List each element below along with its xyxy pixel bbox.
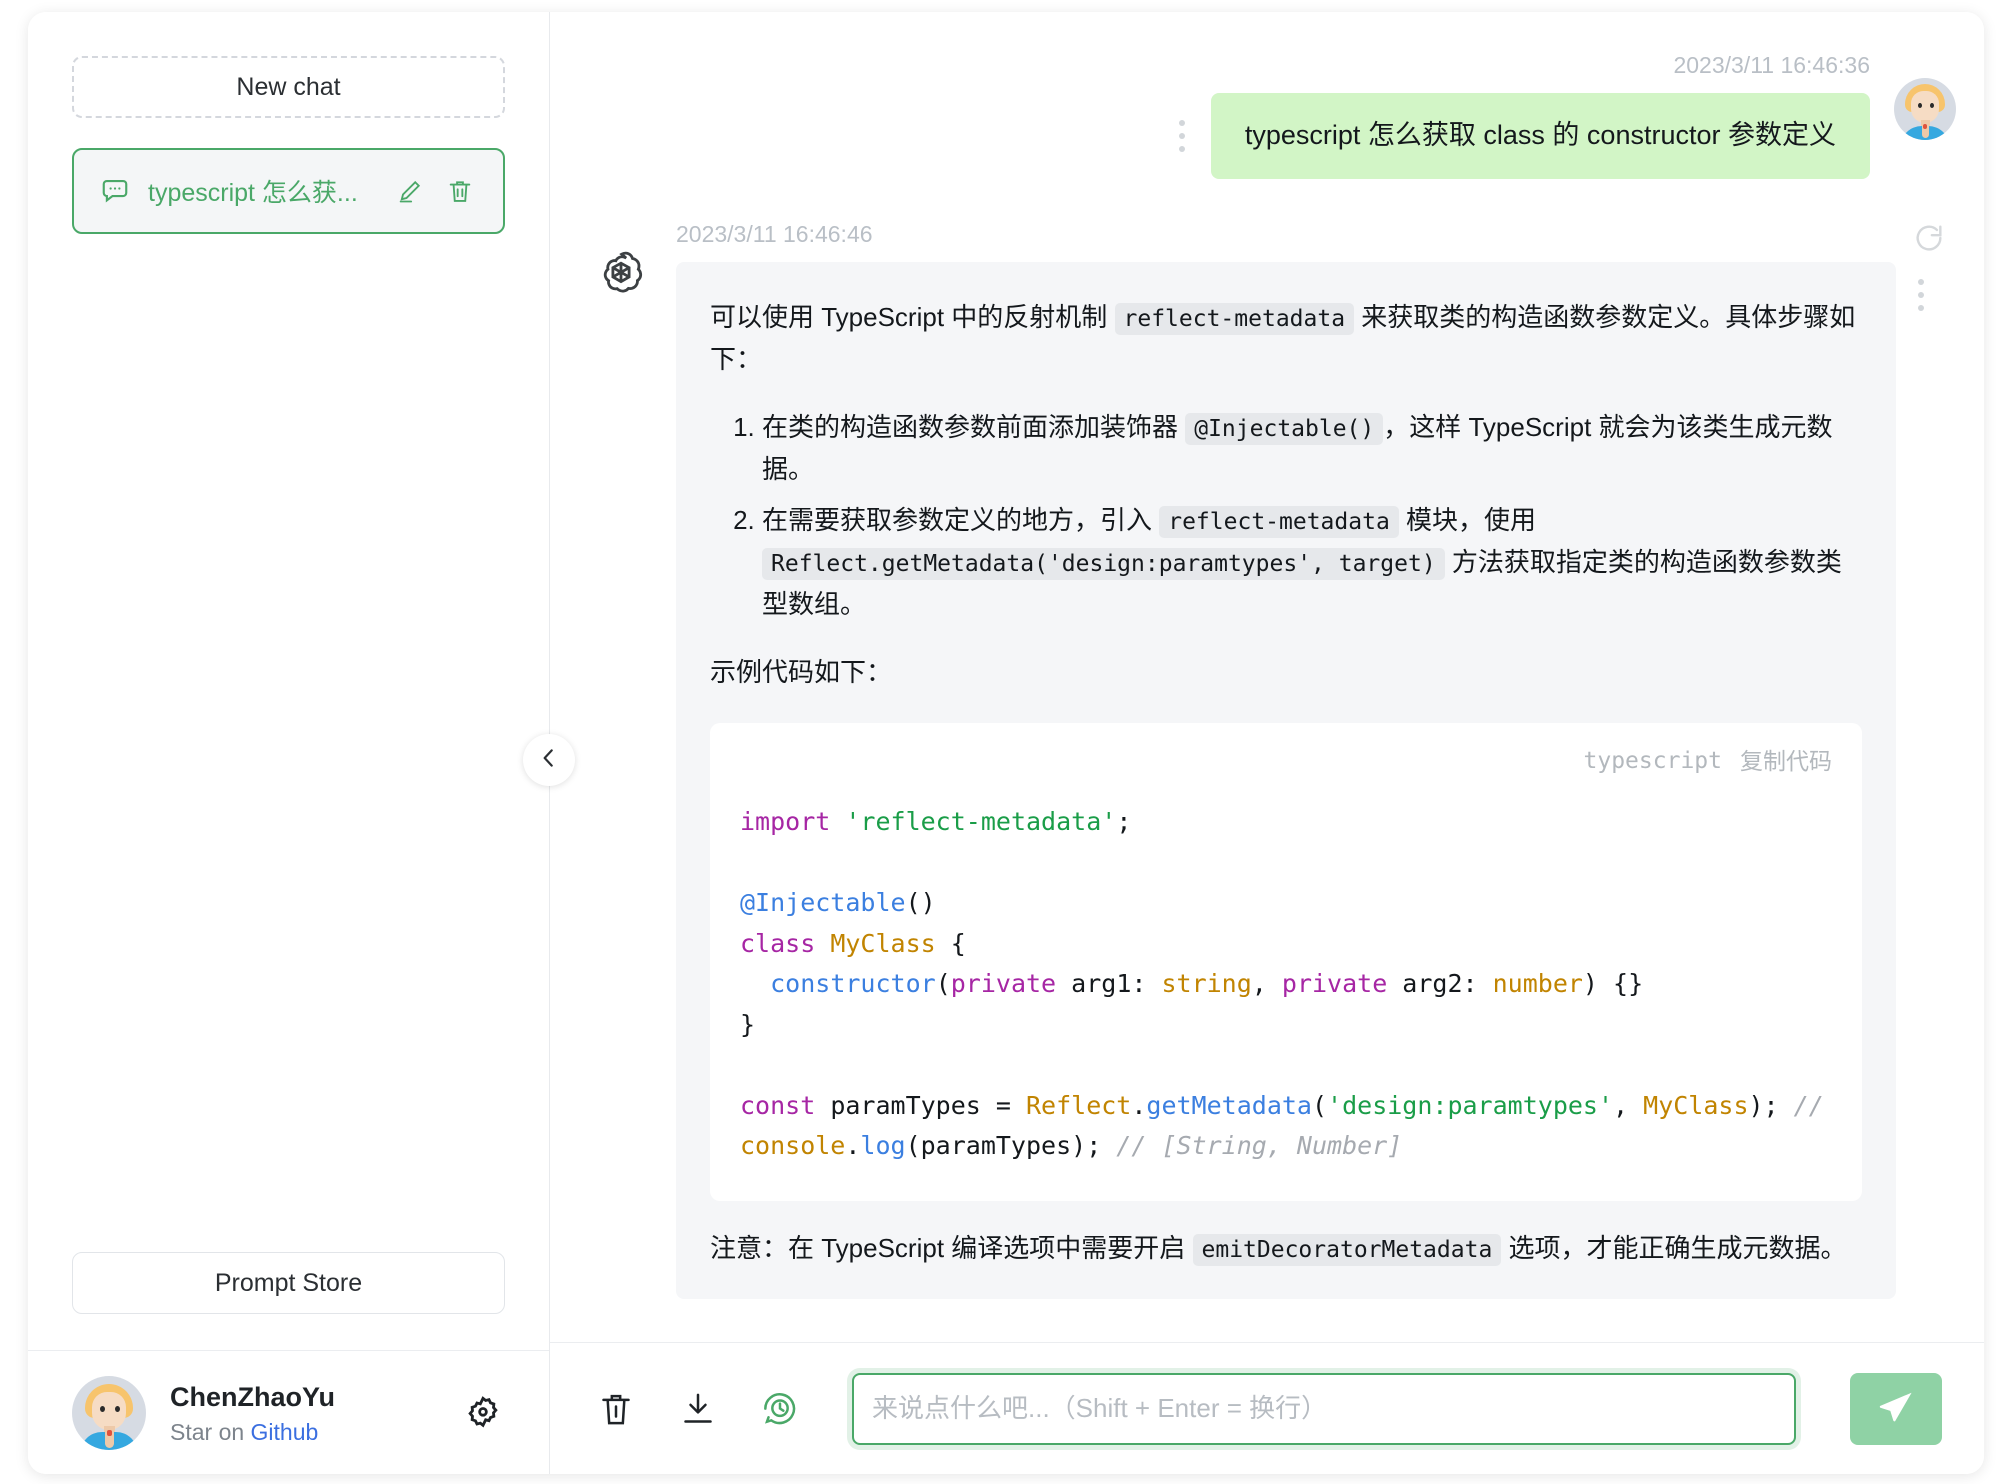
list-item: 在类的构造函数参数前面添加装饰器 @Injectable()，这样 TypeSc…	[762, 406, 1862, 490]
user-message-avatar	[1894, 78, 1956, 140]
sidebar-chat-item[interactable]: typescript 怎么获...	[72, 148, 505, 234]
code-block-header: typescript 复制代码	[740, 743, 1832, 780]
copy-code-button[interactable]: 复制代码	[1740, 743, 1832, 780]
gear-icon[interactable]	[461, 1391, 505, 1435]
bot-message-row: 2023/3/11 16:46:46 可以使用 TypeScript 中的反射机…	[590, 220, 1956, 1300]
sidebar-chat-title: typescript 怎么获...	[148, 179, 358, 207]
sidebar-bottom-section: Prompt Store	[28, 1252, 549, 1350]
step2-text-a: 在需要获取参数定义的地方，引入	[762, 504, 1160, 535]
chevron-left-icon	[536, 745, 562, 776]
code-language-label: typescript	[1583, 748, 1722, 775]
code-content: import 'reflect-metadata'; @Injectable()…	[740, 807, 1824, 1161]
inline-code-injectable: @Injectable()	[1185, 413, 1384, 446]
trash-icon[interactable]	[592, 1385, 640, 1433]
openai-logo-icon	[590, 247, 652, 301]
step2-text-b: 模块，使用	[1398, 504, 1537, 535]
bot-note-paragraph: 注意：在 TypeScript 编译选项中需要开启 emitDecoratorM…	[710, 1227, 1862, 1269]
inline-code-emitdecoratormetadata: emitDecoratorMetadata	[1192, 1233, 1502, 1266]
user-message-bubble: typescript 怎么获取 class 的 constructor 参数定义	[1210, 93, 1870, 179]
send-icon	[1874, 1385, 1918, 1432]
inline-code-getmetadata: Reflect.getMetadata('design:paramtypes',…	[762, 547, 1445, 580]
main-panel: 2023/3/11 16:46:36 typescript 怎么获取 class…	[550, 12, 1984, 1474]
user-message-menu-icon[interactable]	[1169, 119, 1195, 152]
user-name: ChenZhaoYu	[170, 1381, 336, 1412]
download-icon[interactable]	[674, 1385, 722, 1433]
pencil-icon[interactable]	[393, 174, 427, 208]
inline-code-reflect-metadata: reflect-metadata	[1114, 302, 1355, 335]
user-subtitle: Star on Github	[170, 1419, 461, 1446]
chat-bubble-icon	[100, 176, 130, 206]
composer-bar	[550, 1342, 1984, 1474]
step1-text-a: 在类的构造函数参数前面添加装饰器	[762, 412, 1186, 443]
prompt-store-label: Prompt Store	[214, 1268, 363, 1297]
sidebar-user-bar: ChenZhaoYu Star on Github	[28, 1350, 549, 1474]
user-message-timestamp: 2023/3/11 16:46:36	[1673, 52, 1870, 78]
bot-message-menu-icon[interactable]	[1908, 278, 1934, 311]
bot-intro-paragraph: 可以使用 TypeScript 中的反射机制 reflect-metadata …	[710, 296, 1862, 380]
new-chat-label: New chat	[236, 72, 341, 101]
user-message-column: 2023/3/11 16:46:36 typescript 怎么获取 class…	[1169, 52, 1870, 179]
chat-list: typescript 怎么获...	[72, 148, 505, 234]
code-block: typescript 复制代码 import 'reflect-metadata…	[710, 723, 1862, 1201]
chat-history-icon[interactable]	[756, 1385, 804, 1433]
example-label: 示例代码如下：	[710, 657, 893, 688]
avatar	[72, 1375, 146, 1450]
list-item: 在需要获取参数定义的地方，引入 reflect-metadata 模块，使用 R…	[762, 499, 1862, 626]
user-meta: ChenZhaoYu Star on Github	[170, 1379, 461, 1446]
bot-message-timestamp: 2023/3/11 16:46:46	[676, 220, 873, 247]
inline-code-reflect-metadata-2: reflect-metadata	[1159, 505, 1399, 538]
user-bubble-row: typescript 怎么获取 class 的 constructor 参数定义	[1169, 93, 1870, 179]
sidebar-collapse-button[interactable]	[523, 734, 575, 786]
prompt-store-button[interactable]: Prompt Store	[72, 1252, 505, 1314]
sidebar: New chat typescript 怎么获... Prompt Store …	[28, 12, 575, 1474]
bot-note-text-b: 选项，才能正确生成元数据。	[1501, 1232, 1847, 1263]
bot-note-text-a: 注意：在 TypeScript 编译选项中需要开启	[710, 1232, 1193, 1263]
bot-steps-list: 在类的构造函数参数前面添加装饰器 @Injectable()，这样 TypeSc…	[710, 406, 1862, 625]
trash-icon[interactable]	[443, 174, 477, 208]
bot-intro-text-a: 可以使用 TypeScript 中的反射机制	[710, 301, 1115, 332]
user-message-row: 2023/3/11 16:46:36 typescript 怎么获取 class…	[590, 52, 1956, 179]
bot-message-column: 2023/3/11 16:46:46 可以使用 TypeScript 中的反射机…	[676, 220, 1896, 1300]
sidebar-top-section: New chat typescript 怎么获...	[28, 12, 549, 234]
message-input[interactable]	[852, 1372, 1796, 1445]
star-on-label: Star on	[170, 1419, 251, 1446]
app-window: New chat typescript 怎么获... Prompt Store …	[28, 12, 1984, 1474]
bot-message-bubble: 可以使用 TypeScript 中的反射机制 reflect-metadata …	[676, 261, 1896, 1300]
new-chat-button[interactable]: New chat	[72, 56, 505, 118]
conversation-scroll[interactable]: 2023/3/11 16:46:36 typescript 怎么获取 class…	[550, 12, 1984, 1342]
send-button[interactable]	[1850, 1372, 1942, 1445]
refresh-icon[interactable]	[1912, 221, 1946, 255]
github-link[interactable]: Github	[251, 1419, 319, 1445]
bot-message-actions	[1902, 221, 1956, 319]
